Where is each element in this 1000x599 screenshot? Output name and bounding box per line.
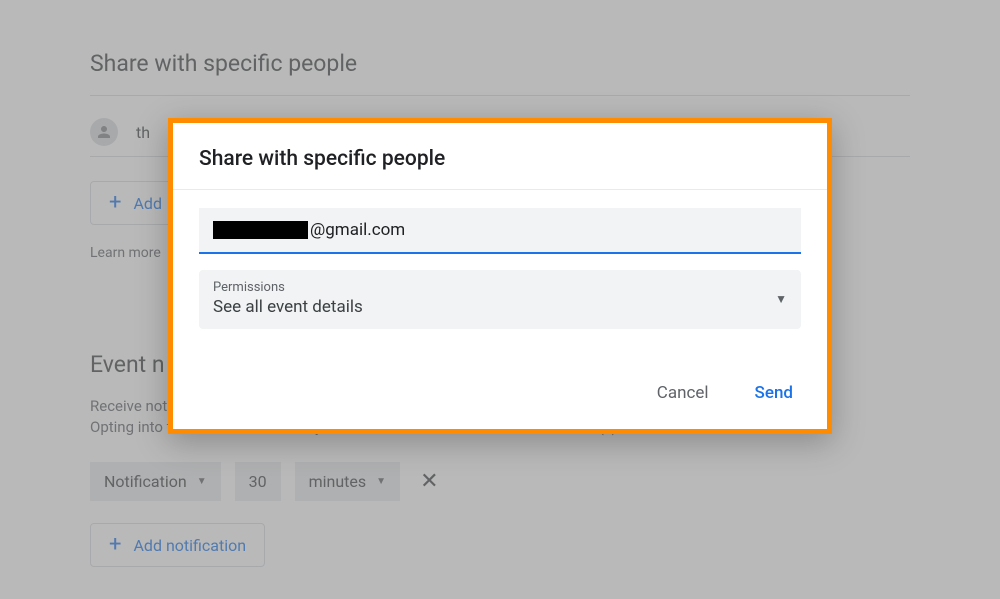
dialog-actions: Cancel Send xyxy=(199,377,801,409)
permissions-value: See all event details xyxy=(213,297,363,317)
caret-down-icon: ▼ xyxy=(775,292,787,306)
send-button[interactable]: Send xyxy=(747,377,801,409)
cancel-button[interactable]: Cancel xyxy=(649,377,717,409)
dialog-title: Share with specific people xyxy=(199,147,801,171)
permissions-select[interactable]: Permissions See all event details ▼ xyxy=(199,270,801,329)
email-input[interactable]: @gmail.com xyxy=(199,208,801,254)
share-dialog: Share with specific people @gmail.com Pe… xyxy=(173,123,827,429)
dialog-divider xyxy=(173,189,827,190)
share-dialog-highlight: Share with specific people @gmail.com Pe… xyxy=(168,118,832,434)
redacted-text xyxy=(213,221,308,239)
permissions-label: Permissions xyxy=(213,280,363,295)
email-suffix: @gmail.com xyxy=(310,220,405,240)
permissions-content: Permissions See all event details xyxy=(213,280,363,317)
